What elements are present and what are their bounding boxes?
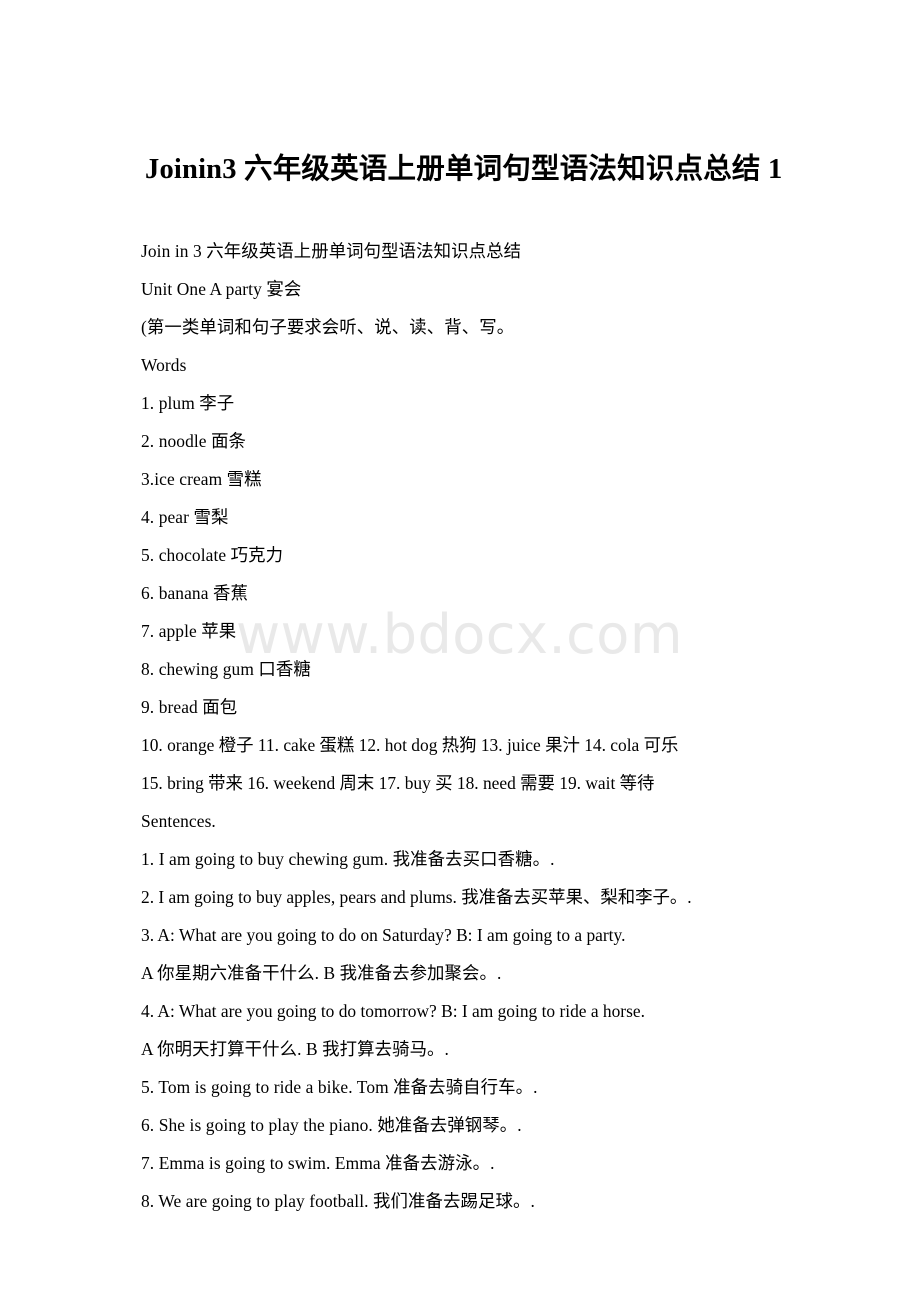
paragraph: Words: [141, 355, 187, 375]
word-list-item: 3.ice cream 雪糕: [141, 469, 262, 489]
paragraph: Unit One A party 宴会: [141, 279, 302, 299]
sentence-item: 5. Tom is going to ride a bike. Tom 准备去骑…: [141, 1077, 538, 1097]
word-list-item: 8. chewing gum 口香糖: [141, 659, 311, 679]
word-list-item: 6. banana 香蕉: [141, 583, 248, 603]
sentence-item: 1. I am going to buy chewing gum. 我准备去买口…: [141, 849, 555, 869]
word-list-item: 5. chocolate 巧克力: [141, 545, 284, 565]
document-body: Join in 3 六年级英语上册单词句型语法知识点总结 Unit One A …: [141, 232, 786, 1220]
word-list-item: 7. apple 苹果: [141, 621, 237, 641]
word-list-item: 4. pear 雪梨: [141, 507, 229, 527]
sentence-item: 7. Emma is going to swim. Emma 准备去游泳。.: [141, 1153, 495, 1173]
sentence-item: 8. We are going to play football. 我们准备去踢…: [141, 1191, 535, 1211]
word-list-item: 15. bring 带来 16. weekend 周末 17. buy 买 18…: [141, 773, 655, 793]
sentence-translation: A 你明天打算干什么. B 我打算去骑马。.: [141, 1039, 449, 1059]
document-page: www.bdocx.com Joinin3 六年级英语上册单词句型语法知识点总结…: [0, 0, 920, 1302]
sentence-item: 4. A: What are you going to do tomorrow?…: [141, 1001, 645, 1021]
sentence-item: 6. She is going to play the piano. 她准备去弹…: [141, 1115, 522, 1135]
paragraph: Join in 3 六年级英语上册单词句型语法知识点总结: [141, 241, 522, 261]
page-title: Joinin3 六年级英语上册单词句型语法知识点总结 1: [145, 154, 783, 185]
word-list-item: 1. plum 李子: [141, 393, 235, 413]
paragraph: (第一类单词和句子要求会听、说、读、背、写。: [141, 317, 515, 337]
word-list-item: 2. noodle 面条: [141, 431, 247, 451]
word-list-item: 9. bread 面包: [141, 697, 238, 717]
word-list-item: 10. orange 橙子 11. cake 蛋糕 12. hot dog 热狗…: [141, 735, 679, 755]
section-heading-sentences: Sentences.: [141, 811, 216, 831]
sentence-item: 3. A: What are you going to do on Saturd…: [141, 925, 626, 945]
sentence-item: 2. I am going to buy apples, pears and p…: [141, 887, 692, 907]
sentence-translation: A 你星期六准备干什么. B 我准备去参加聚会。.: [141, 963, 502, 983]
